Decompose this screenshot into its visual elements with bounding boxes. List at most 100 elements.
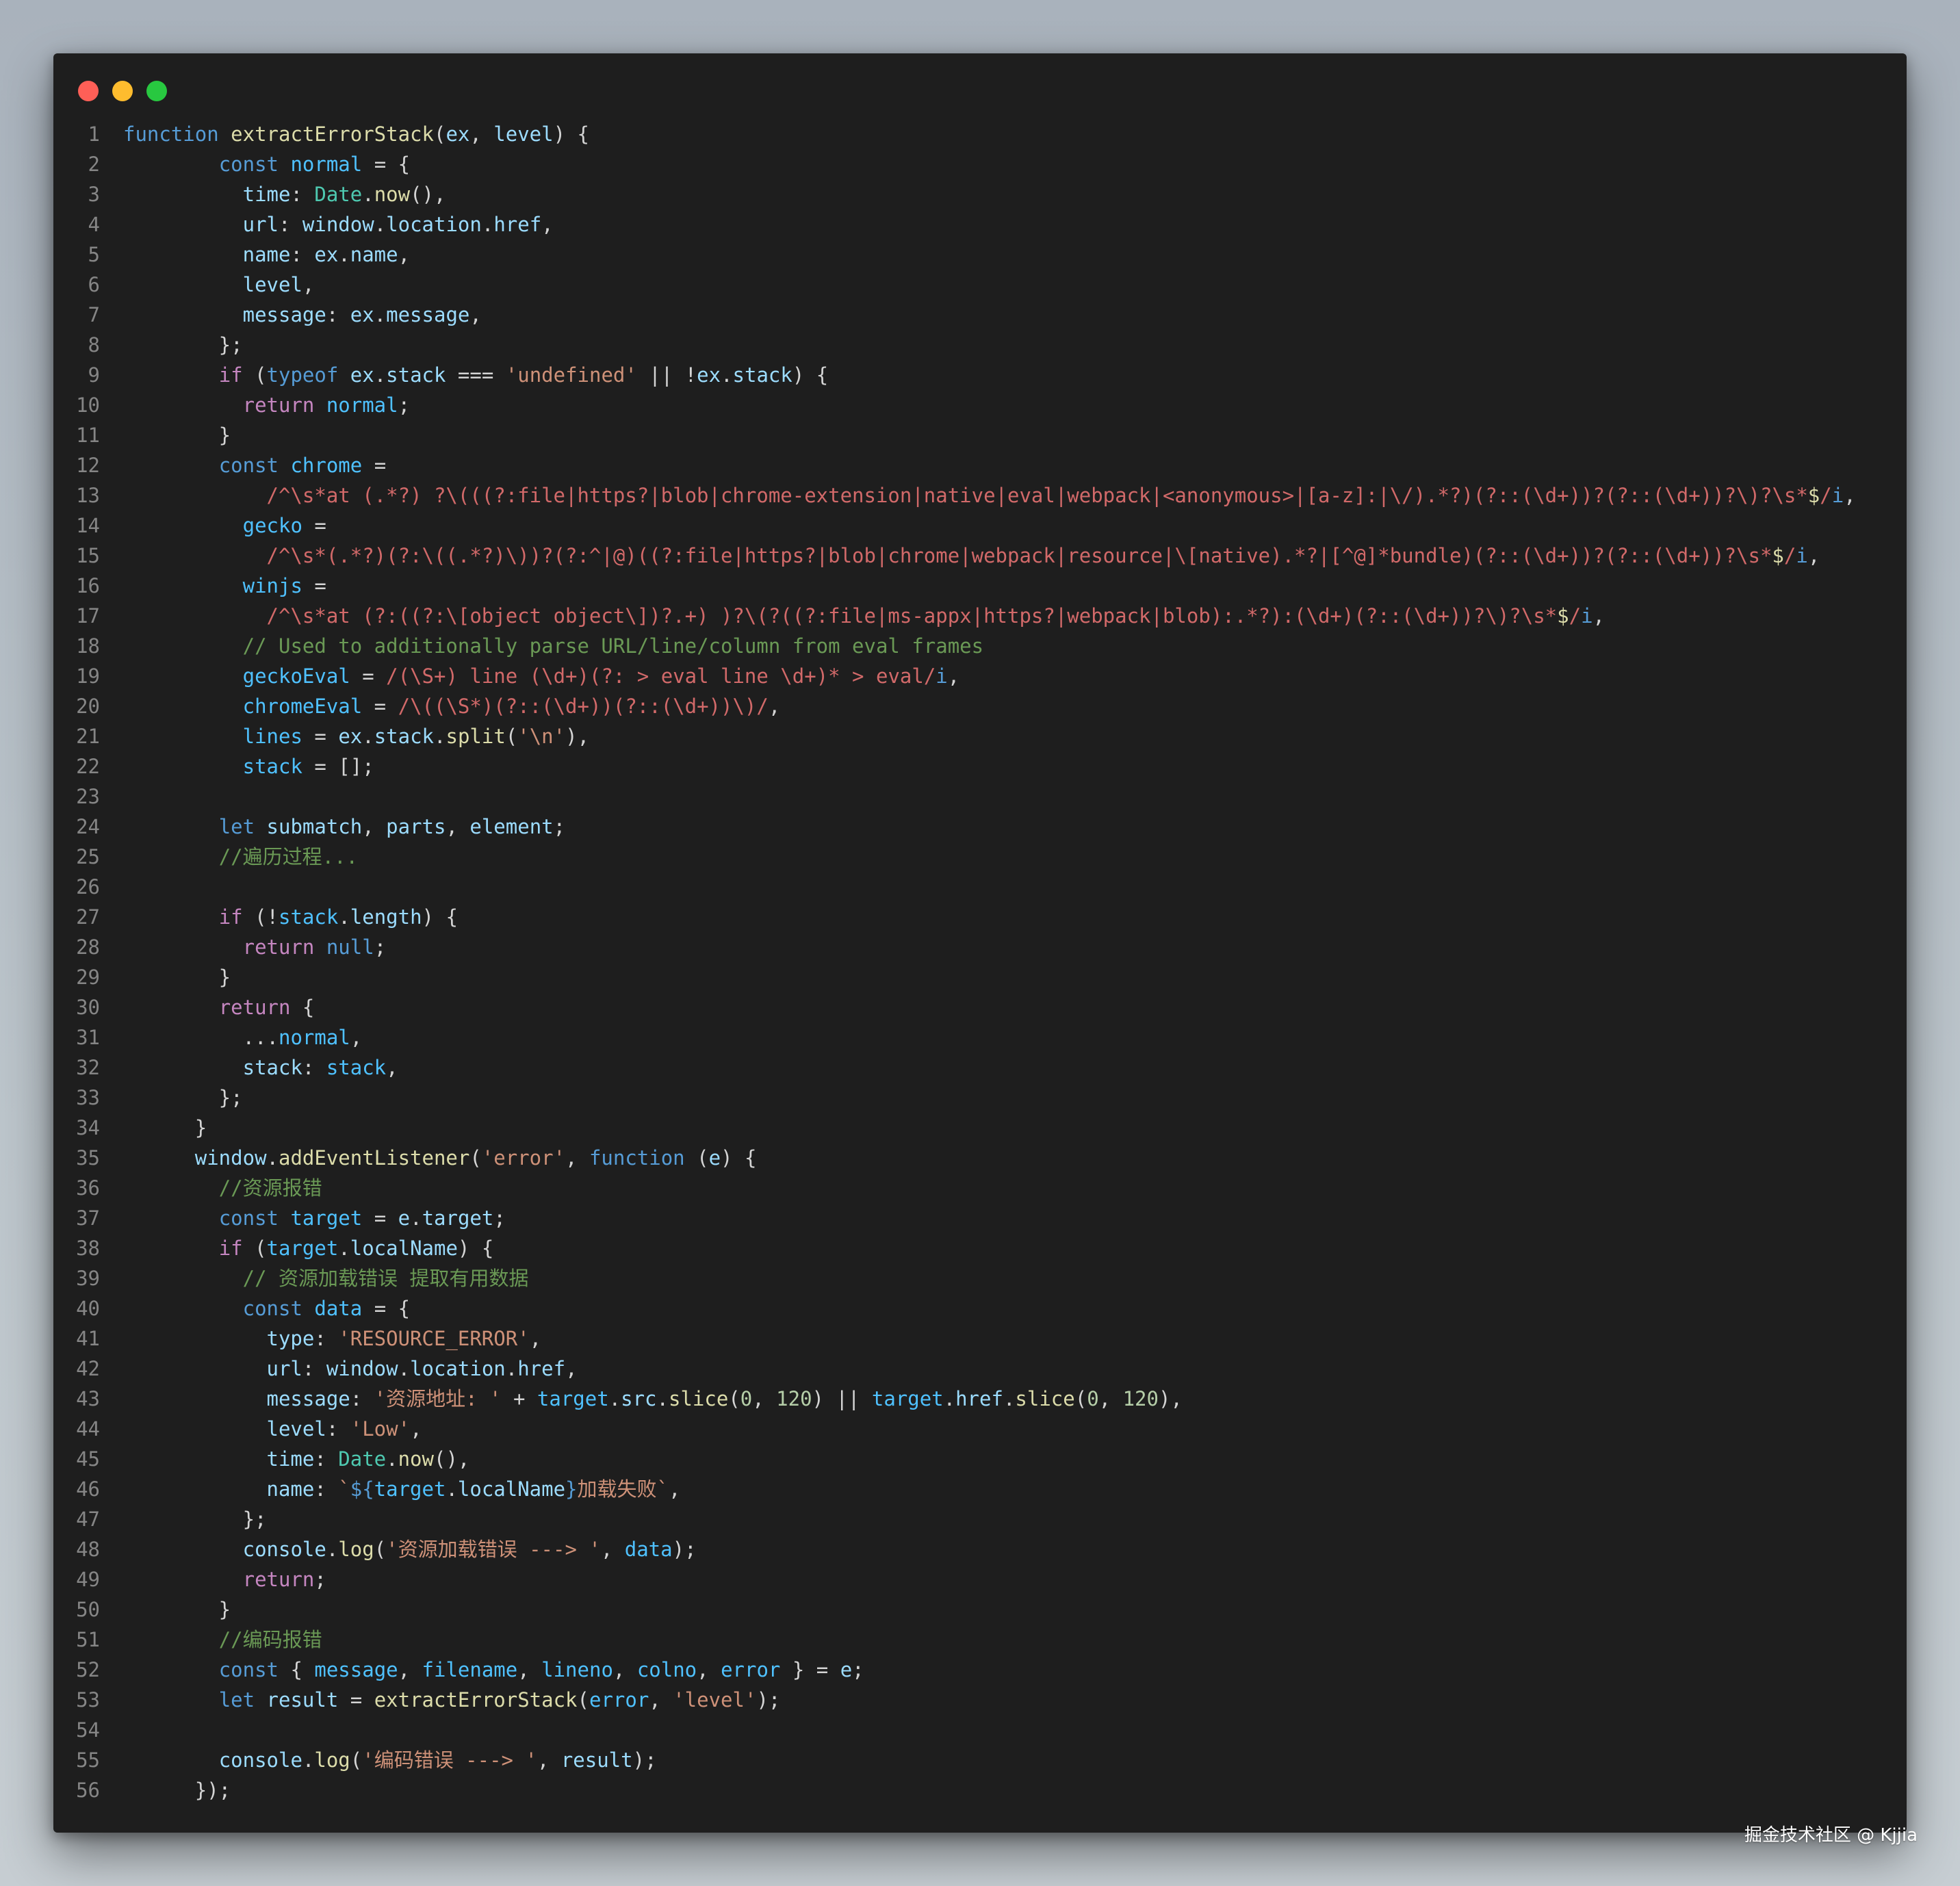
code-text: if (!stack.length) {: [100, 902, 458, 932]
code-token: target: [871, 1387, 944, 1410]
line-number: 35: [76, 1146, 100, 1170]
code-token: const: [218, 454, 279, 477]
code-token: ,: [541, 213, 554, 236]
code-token: ex: [350, 363, 374, 387]
code-token: function: [123, 122, 219, 146]
code-token: return: [242, 1568, 315, 1591]
code-token: return: [218, 996, 291, 1019]
code-token: .: [446, 1477, 458, 1501]
code-text: url: window.location.href,: [100, 209, 554, 240]
code-token: console: [242, 1538, 326, 1561]
line-number: 24: [76, 815, 100, 838]
code-token: // 资源加载错误 提取有用数据: [242, 1267, 529, 1290]
code-line: 15 /^\s*(.*?)(?:\((.*?)\))?(?:^|@)((?:fi…: [53, 541, 1907, 571]
code-token: typeof: [266, 363, 339, 387]
code-line: 17 /^\s*at (?:((?:\[object object\])?.+)…: [53, 601, 1907, 631]
code-text: name: ex.name,: [100, 240, 410, 270]
code-token: submatch: [266, 815, 363, 838]
code-token: result: [266, 1688, 339, 1711]
code-token: =: [302, 514, 326, 537]
code-text: //资源报错: [100, 1173, 322, 1203]
code-text: stack: stack,: [100, 1052, 398, 1083]
code-token: 'error': [481, 1146, 566, 1170]
code-text: /^\s*at (?:((?:\[object object\])?.+) )?…: [100, 601, 1606, 631]
code-token: target: [290, 1206, 363, 1230]
line-number: 13: [76, 484, 100, 507]
code-token: slice: [668, 1387, 729, 1410]
code-text: level: 'Low',: [100, 1414, 422, 1444]
code-token: let: [218, 815, 255, 838]
code-line: 30 return {: [53, 992, 1907, 1022]
line-number: 9: [88, 363, 100, 387]
minimize-button[interactable]: [112, 81, 133, 101]
code-token: '\n': [517, 725, 566, 748]
code-token: const: [218, 1658, 279, 1681]
line-number: 23: [76, 785, 100, 808]
code-token: }: [565, 1477, 578, 1501]
close-button[interactable]: [78, 81, 99, 101]
code-token: = {: [362, 1297, 411, 1320]
code-token: location: [410, 1357, 506, 1380]
code-token: extractErrorStack: [231, 122, 434, 146]
code-text: chromeEval = /\((\S*)(?::(\d+))(?::(\d+)…: [100, 691, 781, 721]
code-token: ;: [852, 1658, 864, 1681]
code-token: href: [517, 1357, 566, 1380]
code-token: geckoEval: [242, 664, 350, 688]
code-text: }: [100, 962, 231, 992]
code-line: 33 };: [53, 1083, 1907, 1113]
code-text: // Used to additionally parse URL/line/c…: [100, 631, 984, 661]
code-token: slice: [1015, 1387, 1075, 1410]
code-token: name: [266, 1477, 315, 1501]
code-token: location: [386, 213, 482, 236]
line-number: 18: [76, 634, 100, 658]
code-token: ,: [612, 1658, 637, 1681]
code-text: name: `${target.localName}加载失败`,: [100, 1474, 681, 1504]
line-number: 2: [88, 153, 100, 176]
code-line: 29 }: [53, 962, 1907, 992]
code-token: :: [279, 213, 302, 236]
code-token: ,: [386, 1056, 398, 1079]
line-number: 21: [76, 725, 100, 748]
line-number: 40: [76, 1297, 100, 1320]
code-text: return {: [100, 992, 315, 1022]
code-token: now: [398, 1447, 434, 1471]
code-token: =: [362, 1206, 398, 1230]
code-token: (),: [433, 1447, 470, 1471]
code-line: 49 return;: [53, 1564, 1907, 1594]
code-text: let result = extractErrorStack(error, 'l…: [100, 1685, 781, 1715]
line-number: 55: [76, 1748, 100, 1772]
code-token: :: [326, 1417, 350, 1441]
code-text: };: [100, 330, 243, 360]
code-line: 34 }: [53, 1113, 1907, 1143]
code-token: =: [338, 1688, 374, 1711]
maximize-button[interactable]: [146, 81, 167, 101]
code-token: }: [123, 1116, 207, 1139]
code-text: let submatch, parts, element;: [100, 812, 565, 842]
code-token: e: [398, 1206, 411, 1230]
code-token: href: [955, 1387, 1003, 1410]
code-token: ex: [338, 725, 363, 748]
line-number: 37: [76, 1206, 100, 1230]
code-line: 54: [53, 1715, 1907, 1745]
code-line: 16 winjs =: [53, 571, 1907, 601]
code-token: ,: [469, 122, 494, 146]
code-text: if (typeof ex.stack === 'undefined' || !…: [100, 360, 829, 390]
code-token: ===: [446, 363, 506, 387]
code-token: =: [302, 725, 339, 748]
code-token: .: [434, 725, 446, 748]
code-token: name: [350, 243, 398, 266]
